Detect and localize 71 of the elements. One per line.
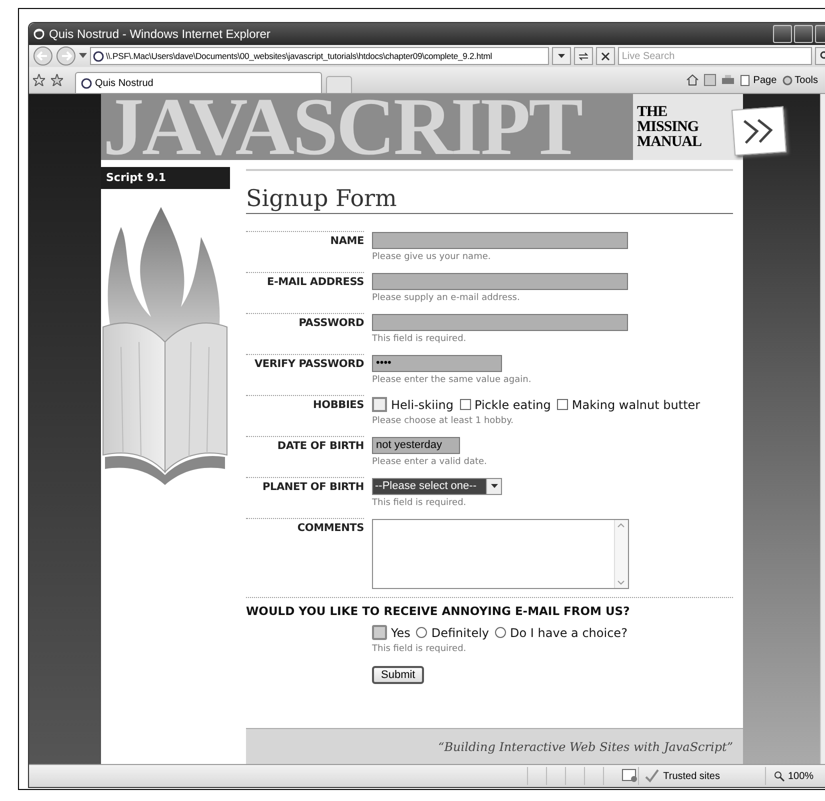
checkmark-icon	[645, 769, 660, 783]
error-message: This field is required.	[372, 497, 468, 510]
field-label: DATE OF BIRTH	[246, 436, 364, 469]
error-message: This field is required.	[372, 643, 468, 656]
series-title-line: THE	[637, 104, 668, 120]
radio-button[interactable]	[495, 627, 506, 638]
submit-button[interactable]: Submit	[372, 666, 424, 684]
command-menu[interactable]: Tools	[782, 74, 818, 86]
caret-icon	[558, 54, 565, 58]
radio-button[interactable]	[372, 625, 387, 640]
error-message: Please supply an e-mail address.	[372, 292, 521, 305]
script-label: Script 9.1	[101, 167, 230, 189]
zoom-icon	[774, 770, 785, 782]
forward-button[interactable]	[56, 46, 76, 66]
address-dropdown-button[interactable]	[552, 47, 571, 65]
maximize-button[interactable]	[794, 25, 813, 43]
error-message: Please enter the same value again.	[372, 374, 532, 387]
checkbox[interactable]	[556, 399, 568, 410]
popup-blocker-icon	[622, 769, 638, 783]
refresh-button[interactable]	[574, 47, 593, 65]
question-label: WOULD YOU LIKE TO RECEIVE ANNOYING E-MAIL FROM US?	[246, 603, 631, 619]
banner-title: JAVASCRIPT	[103, 96, 582, 158]
error-message: This field is required.	[372, 333, 468, 346]
security-zone: Trusted sites	[663, 770, 720, 782]
checkbox-option[interactable]: Pickle eating	[460, 398, 551, 412]
radio-option[interactable]: Yes	[372, 625, 410, 640]
field-label: COMMENTS	[246, 518, 364, 589]
password-field[interactable]	[372, 314, 628, 331]
field-label: PASSWORD	[246, 313, 364, 346]
field-label: PLANET OF BIRTH	[246, 477, 364, 510]
text-area[interactable]	[372, 519, 629, 589]
input-field[interactable]	[372, 273, 628, 290]
field-label: HOBBIES	[246, 395, 364, 428]
input-field[interactable]: not yesterday	[372, 437, 460, 454]
checkbox-option[interactable]: Heli-skiing	[372, 397, 454, 412]
series-title-line: MANUAL	[637, 134, 702, 150]
series-title-line: MISSING	[637, 120, 700, 134]
field-label: NAME	[246, 231, 364, 264]
dropdown-select[interactable]: --Please select one--	[372, 478, 502, 495]
field-label: VERIFY PASSWORD	[246, 354, 364, 387]
checkbox[interactable]	[372, 397, 387, 412]
caret-icon	[490, 484, 498, 489]
refresh-icon	[578, 50, 589, 62]
browser-tab[interactable]: Quis Nostrud	[75, 72, 322, 93]
window-title: Quis Nostrud - Windows Internet Explorer	[49, 27, 272, 41]
add-favorite-icon[interactable]	[51, 74, 63, 86]
command-menu[interactable]: Page	[740, 74, 777, 86]
form-heading: Signup Form	[246, 185, 733, 214]
input-field[interactable]	[372, 232, 628, 249]
field-label: E-MAIL ADDRESS	[246, 272, 364, 305]
back-button[interactable]	[33, 46, 53, 66]
minimize-button[interactable]	[773, 25, 792, 43]
home-icon[interactable]	[686, 74, 700, 86]
close-icon	[600, 52, 610, 60]
error-message: Please enter a valid date.	[372, 456, 488, 469]
radio-option[interactable]: Do I have a choice?	[495, 626, 628, 640]
browser-logo-icon	[33, 28, 45, 40]
error-message: Please choose at least 1 hobby.	[372, 415, 514, 428]
zoom-control[interactable]: 100%	[765, 767, 825, 785]
checkbox[interactable]	[460, 399, 470, 410]
error-message: Please give us your name.	[372, 251, 492, 264]
checkbox-option[interactable]: Making walnut butter	[556, 398, 700, 412]
favorites-star-icon[interactable]	[33, 74, 45, 86]
password-field[interactable]: ••••	[372, 355, 502, 372]
stop-button[interactable]	[596, 47, 615, 65]
footer-quote: “Building Interactive Web Sites with JavaScript”	[246, 728, 743, 764]
radio-option[interactable]: Definitely	[416, 626, 490, 640]
dropdown-caret-icon[interactable]	[78, 53, 87, 59]
printer-icon[interactable]	[721, 74, 736, 86]
radio-button[interactable]	[416, 627, 428, 638]
address-field[interactable]: \\.PSF\.Mac\Users\dave\Documents\00_websites\javascript_tutorials\htdocs\chapter09\complete_9.2.html	[90, 47, 550, 65]
